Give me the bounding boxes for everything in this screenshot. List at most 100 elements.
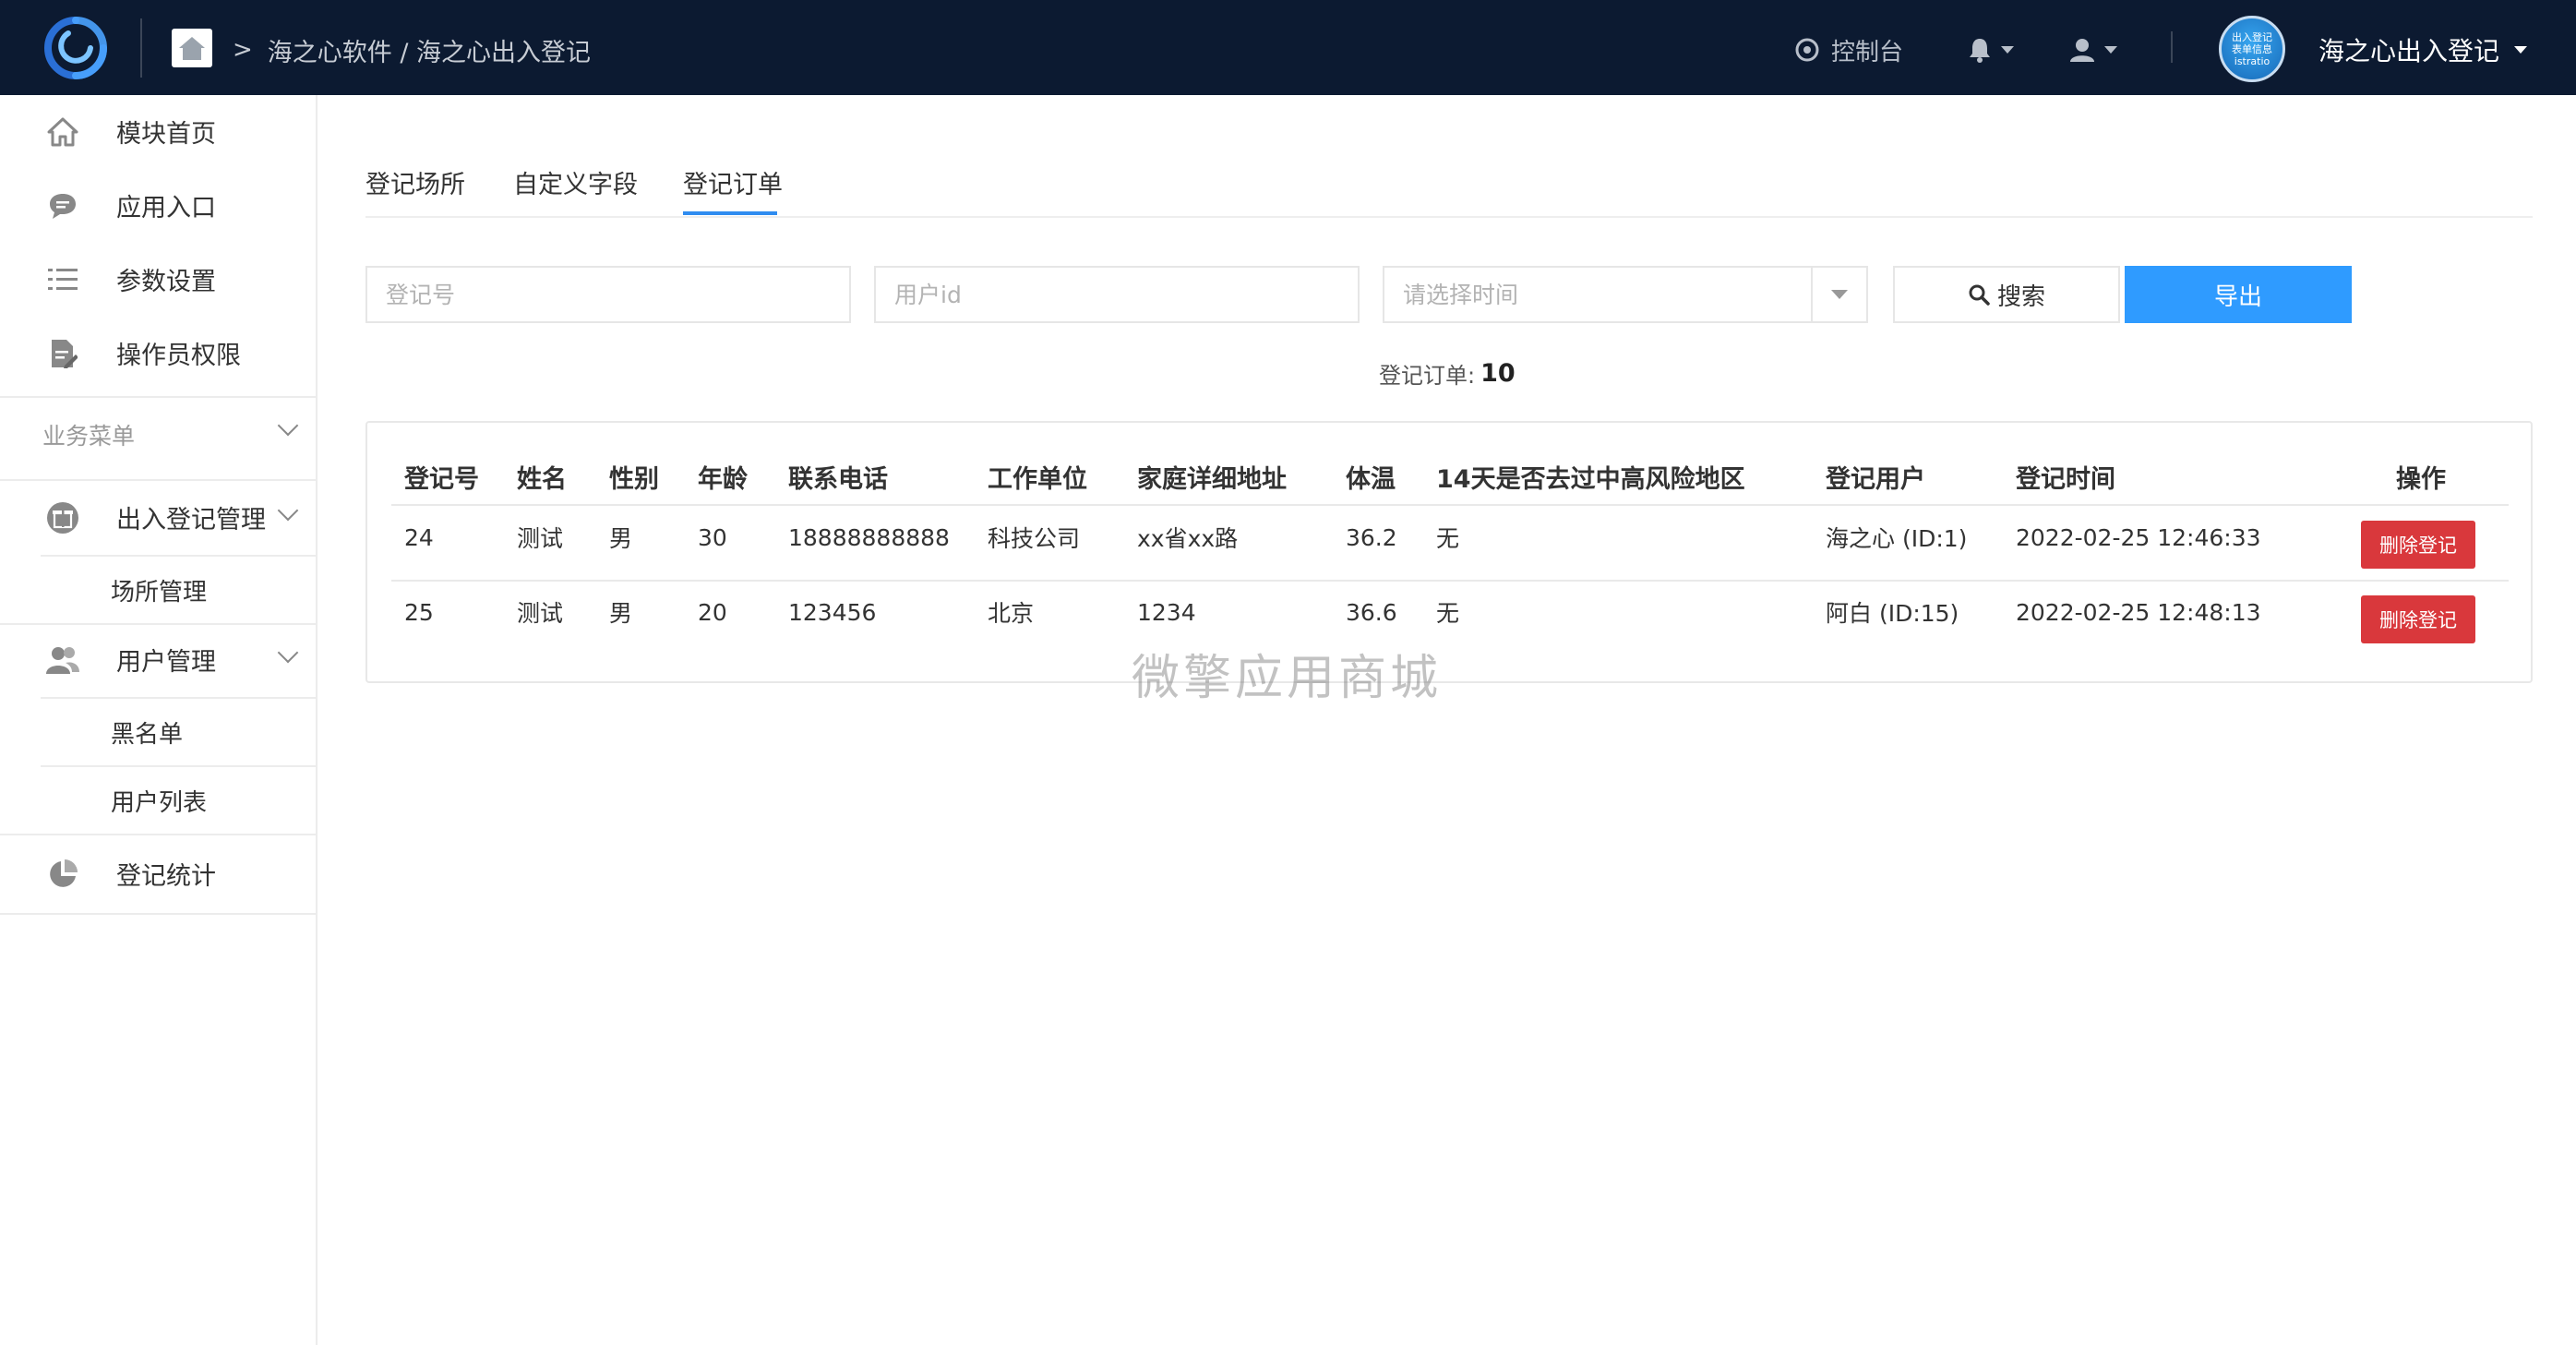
table-cell: 男 — [609, 525, 633, 552]
table-cell: 男 — [609, 600, 633, 627]
table-cell: 1234 — [1137, 598, 1196, 626]
users-icon — [44, 642, 81, 679]
list-icon — [44, 261, 81, 298]
table-cell: 25 — [404, 598, 434, 626]
table-cell: 无 — [1436, 525, 1460, 552]
sidebar: 模块首页 应用入口 参数设置 操作员权限 业务菜单 出入登记管理 场所管理 用户… — [0, 95, 318, 1345]
sidebar-item-settings[interactable]: 参数设置 — [0, 243, 316, 317]
sidebar-subitem-label: 场所管理 — [111, 579, 208, 606]
sidebar-item-app-entry[interactable]: 应用入口 — [0, 169, 316, 243]
tab-custom-fields[interactable]: 自定义字段 — [513, 153, 638, 218]
divider — [2171, 31, 2173, 63]
table-cell: 20 — [698, 598, 727, 626]
home-icon[interactable] — [172, 29, 212, 67]
gift-icon — [44, 499, 81, 536]
column-header: 14天是否去过中高风险地区 — [1436, 464, 1745, 494]
sidebar-item-user-management[interactable]: 用户管理 — [0, 625, 316, 697]
console-link[interactable]: 控制台 — [1794, 31, 1903, 68]
reg-no-input[interactable] — [365, 266, 851, 323]
dashboard-icon — [1795, 38, 1819, 62]
row-divider — [391, 580, 2509, 582]
column-header: 工作单位 — [988, 464, 1087, 494]
top-bar: > 海之心软件 / 海之心出入登记 控制台 出入登记 表单信息 istratio… — [0, 0, 2576, 95]
sidebar-item-home[interactable]: 模块首页 — [0, 95, 316, 169]
caret-down-icon — [2001, 46, 2014, 54]
time-select[interactable] — [1383, 266, 1868, 323]
search-label: 搜索 — [1996, 282, 2045, 310]
sidebar-item-operator-permissions[interactable]: 操作员权限 — [0, 317, 316, 390]
sidebar-item-label: 模块首页 — [116, 120, 216, 149]
bell-icon — [1970, 39, 1990, 63]
sidebar-item-label: 操作员权限 — [116, 342, 241, 370]
console-label: 控制台 — [1831, 38, 1904, 66]
watermark: 微擎应用商城 — [1132, 651, 1443, 706]
column-header: 姓名 — [517, 464, 567, 494]
time-field[interactable] — [1403, 281, 1866, 308]
table-cell: 18888888888 — [788, 523, 950, 551]
user-name: 海之心出入登记 — [2318, 36, 2500, 66]
table-cell: 36.6 — [1346, 598, 1397, 626]
sidebar-item-statistics[interactable]: 登记统计 — [0, 835, 316, 913]
search-icon — [1969, 284, 1990, 306]
avatar-text: 出入登记 — [2232, 30, 2272, 43]
sidebar-item-user-list[interactable]: 用户列表 — [0, 767, 316, 834]
chevron-down-icon — [277, 414, 299, 437]
divider — [0, 913, 316, 915]
sidebar-section-business-menu[interactable]: 业务菜单 — [0, 398, 316, 472]
column-header: 联系电话 — [788, 464, 888, 494]
table-cell: 30 — [698, 523, 727, 551]
user-id-input[interactable] — [874, 266, 1360, 323]
active-tab-indicator — [683, 211, 777, 215]
delete-button[interactable]: 删除登记 — [2361, 521, 2475, 569]
avatar[interactable]: 出入登记 表单信息 istratio — [2219, 16, 2285, 82]
column-header: 登记号 — [404, 464, 479, 494]
sidebar-item-label: 用户管理 — [116, 648, 216, 677]
export-button[interactable]: 导出 — [2125, 266, 2352, 323]
sidebar-item-label: 参数设置 — [116, 268, 216, 296]
app-logo[interactable] — [41, 15, 111, 81]
table-cell: 测试 — [517, 600, 564, 627]
user-id-field[interactable] — [894, 281, 1358, 308]
pie-chart-icon — [44, 856, 81, 893]
column-header: 操作 — [2396, 464, 2446, 494]
column-header: 家庭详细地址 — [1137, 464, 1287, 494]
table-cell: xx省xx路 — [1137, 525, 1239, 552]
sidebar-subitem-label: 用户列表 — [111, 789, 208, 817]
user-menu[interactable]: 海之心出入登记 — [2318, 31, 2528, 68]
table-cell: 24 — [404, 523, 434, 551]
home-icon — [44, 114, 81, 150]
sidebar-item-venue-management[interactable]: 场所管理 — [0, 557, 316, 623]
table-cell: 无 — [1436, 600, 1460, 627]
chevron-right-icon: > — [233, 36, 253, 64]
table-cell: 海之心 (ID:1) — [1826, 525, 1968, 552]
delete-button[interactable]: 删除登记 — [2361, 595, 2475, 643]
chevron-down-icon — [277, 499, 299, 522]
avatar-text: 表单信息 — [2232, 42, 2272, 55]
breadcrumb-text[interactable]: 海之心软件 / 海之心出入登记 — [268, 32, 591, 68]
table-cell: 2022-02-25 12:48:13 — [2016, 598, 2261, 626]
tab-venues[interactable]: 登记场所 — [365, 153, 465, 218]
table-cell: 36.2 — [1346, 523, 1397, 551]
table-cell: 阿白 (ID:15) — [1826, 600, 1959, 627]
search-button[interactable]: 搜索 — [1893, 266, 2120, 323]
breadcrumb[interactable]: > 海之心软件 / 海之心出入登记 — [233, 31, 591, 68]
sidebar-item-entry-exit-management[interactable]: 出入登记管理 — [0, 481, 316, 555]
table-cell: 北京 — [988, 600, 1035, 627]
reg-no-field[interactable] — [386, 281, 849, 308]
avatar-text: istratio — [2234, 54, 2270, 67]
column-header: 体温 — [1346, 464, 1396, 494]
profile-button[interactable] — [2069, 33, 2117, 66]
tabs-divider — [365, 216, 2533, 218]
table-cell: 测试 — [517, 525, 564, 552]
notifications-button[interactable] — [1968, 33, 2014, 66]
sidebar-item-blacklist[interactable]: 黑名单 — [0, 699, 316, 765]
divider — [140, 18, 142, 78]
column-header: 性别 — [609, 464, 659, 494]
order-count: 登记订单: 10 — [1379, 354, 1516, 391]
tab-orders[interactable]: 登记订单 — [683, 153, 783, 218]
sidebar-item-label: 应用入口 — [116, 194, 216, 222]
order-count-label: 登记订单: — [1379, 362, 1476, 389]
sidebar-item-label: 出入登记管理 — [116, 506, 266, 534]
dropdown-arrow-icon[interactable] — [1811, 268, 1866, 321]
caret-down-icon — [2514, 46, 2528, 54]
